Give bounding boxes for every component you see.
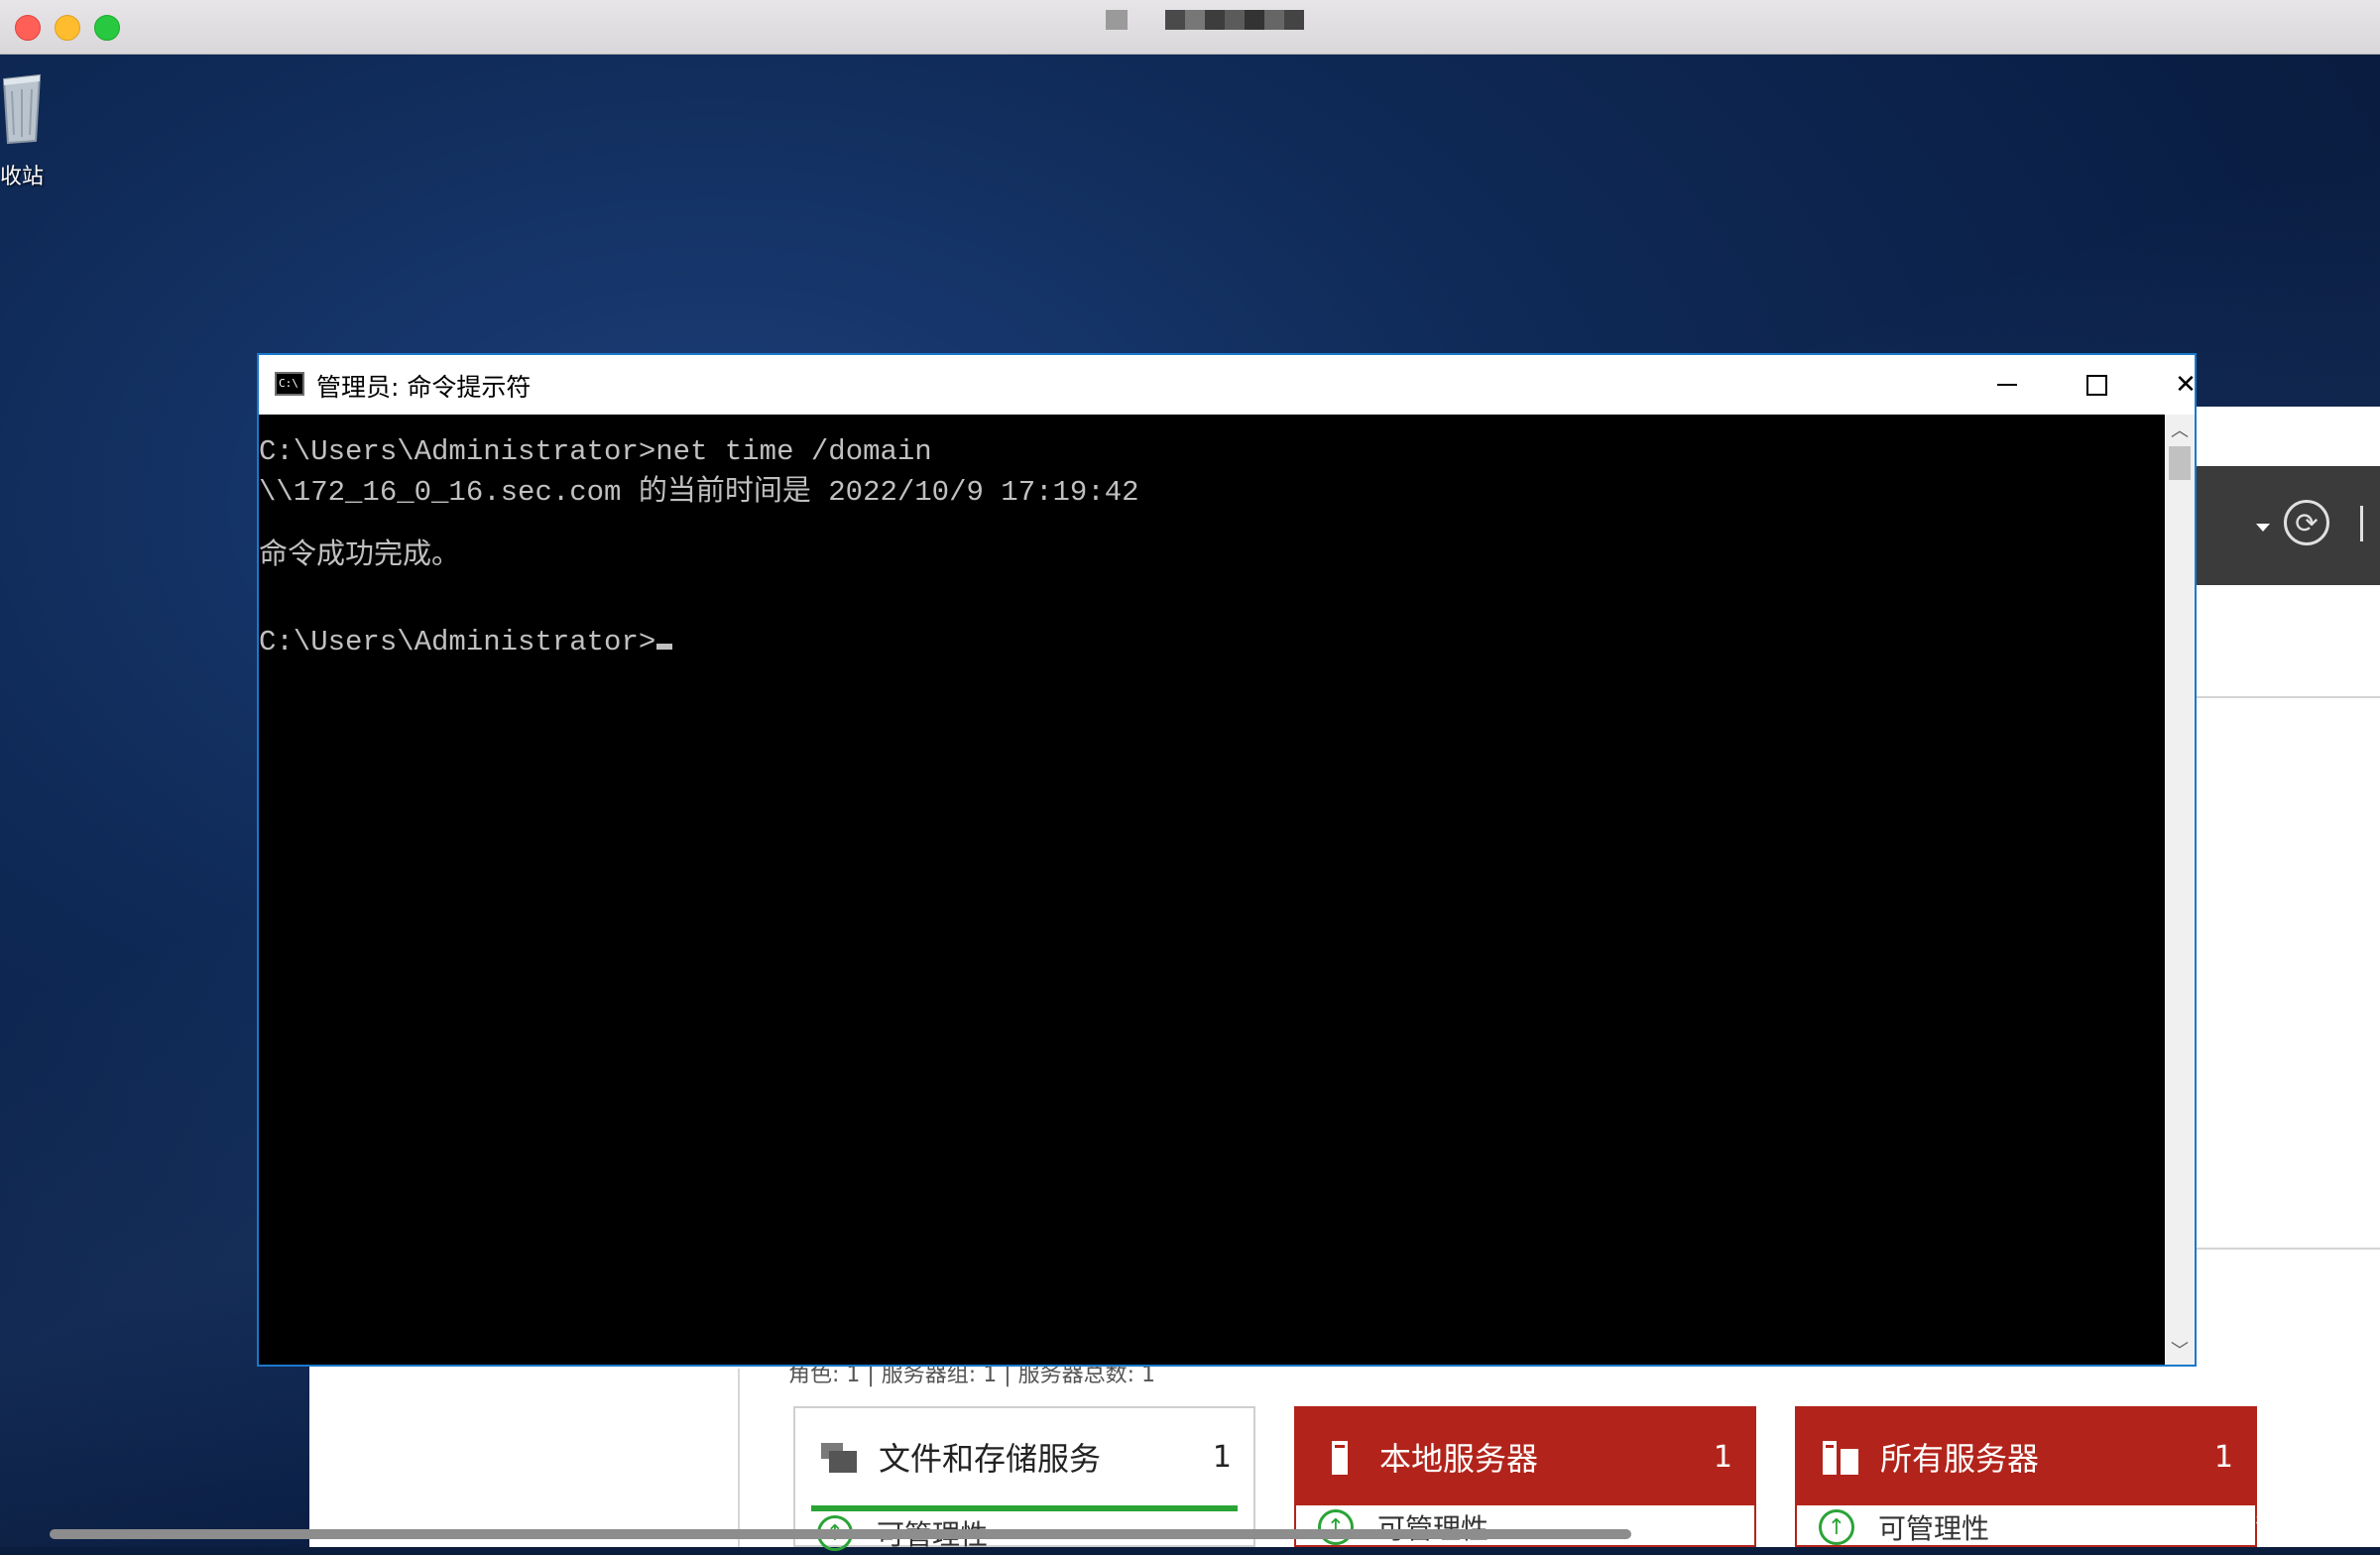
toolbar-separator [2360, 506, 2363, 541]
cmd-window: C:\ 管理员: 命令提示符 ✕ C:\Users\Administrator>… [257, 353, 2197, 1367]
tile-local-server[interactable]: 本地服务器 1 ↑ 可管理性 [1294, 1406, 1756, 1547]
folder-icon [817, 1435, 861, 1479]
server-manager-nav-pane [309, 1369, 740, 1547]
vertical-scrollbar[interactable]: ︿ ﹀ [2165, 415, 2195, 1365]
tile-file-storage[interactable]: 文件和存储服务 1 ↑ 可管理性 [793, 1406, 1255, 1551]
tile-title: 本地服务器 [1379, 1440, 1539, 1478]
tile-status: 可管理性 [1878, 1512, 1990, 1545]
horizontal-scrollbar[interactable] [50, 1529, 1631, 1539]
tile-count: 1 [1212, 1439, 1232, 1475]
console-line: 命令成功完成。 [259, 539, 461, 572]
up-arrow-icon: ↑ [1819, 1509, 1854, 1545]
text-cursor [656, 644, 673, 650]
blurred-host-title [1106, 10, 1304, 30]
maximize-button[interactable] [2052, 355, 2141, 415]
servers-icon [1819, 1435, 1862, 1479]
close-icon: ✕ [2175, 370, 2197, 400]
scroll-up-icon[interactable]: ︿ [2165, 415, 2195, 444]
up-arrow-icon: ↑ [1318, 1509, 1354, 1545]
console-line: \\172_16_0_16.sec.com 的当前时间是 2022/10/9 1… [259, 476, 1139, 509]
server-manager-toolbar: ⟳ [2197, 466, 2380, 585]
cmd-app-icon: C:\ [275, 372, 304, 396]
tile-count: 1 [1713, 1439, 1732, 1475]
console-prompt: C:\Users\Administrator> [259, 626, 656, 658]
minimize-icon [1997, 384, 2017, 386]
tile-status: 可管理性 [1377, 1507, 1488, 1547]
minimize-window-button[interactable] [55, 15, 80, 41]
tile-title: 文件和存储服务 [879, 1440, 1102, 1478]
server-icon [1318, 1435, 1362, 1479]
close-window-button[interactable] [15, 15, 41, 41]
recycle-bin-icon[interactable] [0, 69, 60, 149]
cmd-window-title: 管理员: 命令提示符 [316, 373, 532, 402]
scroll-thumb[interactable] [2169, 446, 2191, 480]
host-window-titlebar [0, 0, 2380, 55]
recycle-bin-label: 收站 [0, 165, 45, 189]
fullscreen-window-button[interactable] [94, 15, 120, 41]
tile-status-row: ↑ 可管理性 [1296, 1505, 1754, 1549]
cmd-console-output[interactable]: C:\Users\Administrator>net time /domain … [259, 415, 2165, 1365]
server-manager-divider [2197, 696, 2380, 698]
minimize-button[interactable] [1963, 355, 2052, 415]
console-prompt-line: C:\Users\Administrator> [259, 626, 673, 658]
cmd-titlebar[interactable]: C:\ 管理员: 命令提示符 ✕ [259, 355, 2197, 415]
tile-header: 所有服务器 1 [1797, 1408, 2255, 1505]
close-button[interactable]: ✕ [2141, 355, 2230, 415]
scroll-down-icon[interactable]: ﹀ [2165, 1335, 2195, 1365]
console-line: C:\Users\Administrator>net time /domain [259, 435, 932, 468]
server-manager-divider [2197, 1248, 2380, 1250]
tile-header: 文件和存储服务 1 [795, 1408, 1253, 1505]
tile-title: 所有服务器 [1880, 1440, 2040, 1478]
refresh-icon[interactable]: ⟳ [2284, 500, 2329, 545]
tile-count: 1 [2213, 1439, 2233, 1475]
tile-header: 本地服务器 1 [1296, 1408, 1754, 1505]
chevron-down-icon[interactable] [2256, 524, 2270, 532]
watermark: CSDN @一位不知名的网安小白 [2100, 1510, 2368, 1532]
maximize-icon [2085, 374, 2107, 396]
